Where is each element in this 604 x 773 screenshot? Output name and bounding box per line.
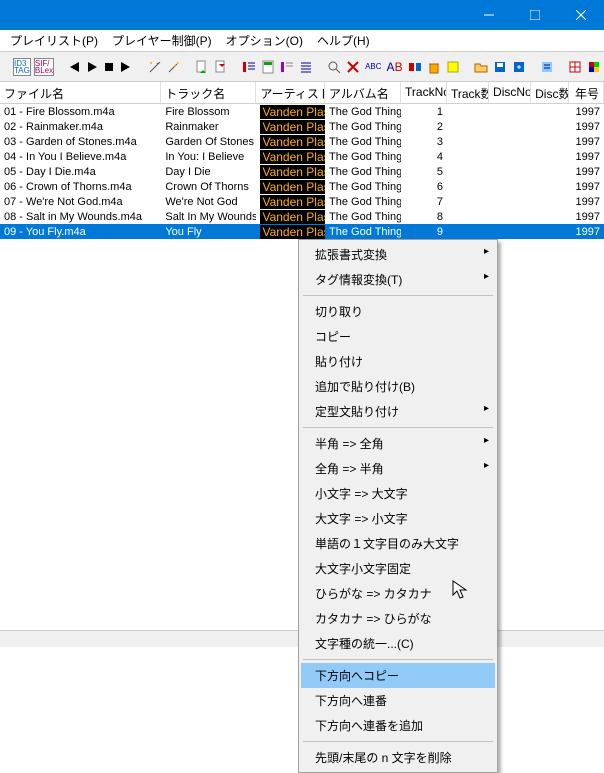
blue-list-icon[interactable] xyxy=(539,57,555,77)
col-album[interactable]: アルバム名 xyxy=(325,82,401,103)
table-row[interactable]: 09 - You Fly.m4aYou FlyVanden PlasThe Go… xyxy=(0,224,604,239)
ctx-char-unify[interactable]: 文字種の統一...(C) xyxy=(301,631,495,656)
ctx-paste[interactable]: 貼り付け xyxy=(301,349,495,374)
wand-icon[interactable] xyxy=(147,57,163,77)
table-row[interactable]: 07 - We're Not God.m4aWe're Not GodVande… xyxy=(0,194,604,209)
table-row[interactable]: 05 - Day I Die.m4aDay I DieVanden PlasTh… xyxy=(0,164,604,179)
ctx-upper-lower[interactable]: 大文字 => 小文字 xyxy=(301,506,495,531)
trash-icon[interactable] xyxy=(426,57,442,77)
ctx-copy-down[interactable]: 下方向へコピー xyxy=(301,663,495,688)
ctx-copy[interactable]: コピー xyxy=(301,324,495,349)
color-grid-icon[interactable] xyxy=(586,57,602,77)
ctx-seq-down[interactable]: 下方向へ連番 xyxy=(301,688,495,713)
abc-red-icon[interactable]: AB xyxy=(386,57,404,77)
save-icon[interactable] xyxy=(492,57,508,77)
menu-option[interactable]: オプション(O) xyxy=(220,30,309,51)
calc-icon[interactable] xyxy=(260,57,276,77)
close-button[interactable] xyxy=(558,0,604,30)
yellow-box-icon[interactable] xyxy=(445,57,461,77)
abc-icon[interactable]: ABC xyxy=(364,57,382,77)
ctx-paste-add[interactable]: 追加で貼り付け(B) xyxy=(301,374,495,399)
prev-button[interactable] xyxy=(66,57,82,77)
ctx-first-cap[interactable]: 単語の１文字目のみ大文字 xyxy=(301,531,495,556)
next-button[interactable] xyxy=(119,57,135,77)
doc-arrow-icon[interactable] xyxy=(194,57,210,77)
ctx-half-full[interactable]: 半角 => 全角 xyxy=(301,431,495,456)
table-row[interactable]: 01 - Fire Blossom.m4aFire BlossomVanden … xyxy=(0,104,604,119)
export-icon[interactable] xyxy=(511,57,527,77)
list-red-icon[interactable] xyxy=(241,57,257,77)
doc-up-icon[interactable] xyxy=(213,57,229,77)
search-icon[interactable] xyxy=(326,57,342,77)
maximize-button[interactable] xyxy=(512,0,558,30)
col-discs[interactable]: Disc数 xyxy=(531,82,569,103)
ctx-lower-upper[interactable]: 小文字 => 大文字 xyxy=(301,481,495,506)
stop-button[interactable] xyxy=(102,57,116,77)
menu-help[interactable]: ヘルプ(H) xyxy=(311,30,376,51)
ctx-full-half[interactable]: 全角 => 半角 xyxy=(301,456,495,481)
wand2-icon[interactable] xyxy=(166,57,182,77)
delete-icon[interactable] xyxy=(345,57,361,77)
titlebar xyxy=(0,0,604,30)
list-lines-icon[interactable] xyxy=(298,57,314,77)
ctx-tag-info[interactable]: タグ情報変換(T) xyxy=(301,267,495,292)
ctx-paste-fixed[interactable]: 定型文貼り付け xyxy=(301,399,495,424)
grid-header: ファイル名 トラック名 アーティスト名 アルバム名 TrackNo Track数… xyxy=(0,82,604,104)
table-row[interactable]: 02 - Rainmaker.m4aRainmakerVanden PlasTh… xyxy=(0,119,604,134)
ctx-seq-add-down[interactable]: 下方向へ連番を追加 xyxy=(301,713,495,738)
redblue-icon[interactable] xyxy=(407,57,423,77)
ctx-cut[interactable]: 切り取り xyxy=(301,299,495,324)
col-filename[interactable]: ファイル名 xyxy=(0,82,161,103)
id3tag-button[interactable]: ID3TAG xyxy=(13,58,31,76)
menu-playlist[interactable]: プレイリスト(P) xyxy=(4,30,104,51)
toolbar: ID3TAG SIF/BLex ABC AB xyxy=(0,52,604,82)
ctx-del-n[interactable]: 先頭/末尾の n 文字を削除 xyxy=(301,745,495,770)
grid-rows: 01 - Fire Blossom.m4aFire BlossomVanden … xyxy=(0,104,604,239)
table-row[interactable]: 08 - Salt in My Wounds.m4aSalt In My Wou… xyxy=(0,209,604,224)
menu-player[interactable]: プレイヤー制御(P) xyxy=(106,30,218,51)
track-grid: ファイル名 トラック名 アーティスト名 アルバム名 TrackNo Track数… xyxy=(0,82,604,239)
col-discno[interactable]: DiscNo xyxy=(489,82,531,103)
col-artist[interactable]: アーティスト名 xyxy=(256,82,325,103)
table-row[interactable]: 04 - In You I Believe.m4aIn You: I Belie… xyxy=(0,149,604,164)
play-button[interactable] xyxy=(85,57,99,77)
ctx-kata-hira[interactable]: カタカナ => ひらがな xyxy=(301,606,495,631)
menubar: プレイリスト(P) プレイヤー制御(P) オプション(O) ヘルプ(H) xyxy=(0,30,604,52)
list-purple-icon[interactable] xyxy=(279,57,295,77)
col-trackname[interactable]: トラック名 xyxy=(161,82,256,103)
minimize-button[interactable] xyxy=(466,0,512,30)
ctx-ext-format[interactable]: 拡張書式変換 xyxy=(301,242,495,267)
red-grid-icon[interactable] xyxy=(567,57,583,77)
siftag-button[interactable]: SIF/BLex xyxy=(34,58,54,76)
table-row[interactable]: 03 - Garden of Stones.m4aGarden Of Stone… xyxy=(0,134,604,149)
ctx-hira-kata[interactable]: ひらがな => カタカナ xyxy=(301,581,495,606)
context-menu: 拡張書式変換 タグ情報変換(T) 切り取り コピー 貼り付け 追加で貼り付け(B… xyxy=(298,239,498,773)
col-tracks[interactable]: Track数 xyxy=(447,82,489,103)
col-year[interactable]: 年号 xyxy=(569,82,604,103)
table-row[interactable]: 06 - Crown of Thorns.m4aCrown Of ThornsV… xyxy=(0,179,604,194)
col-trackno[interactable]: TrackNo xyxy=(401,82,447,103)
ctx-case-fix[interactable]: 大文字小文字固定 xyxy=(301,556,495,581)
folder-icon[interactable] xyxy=(473,57,489,77)
